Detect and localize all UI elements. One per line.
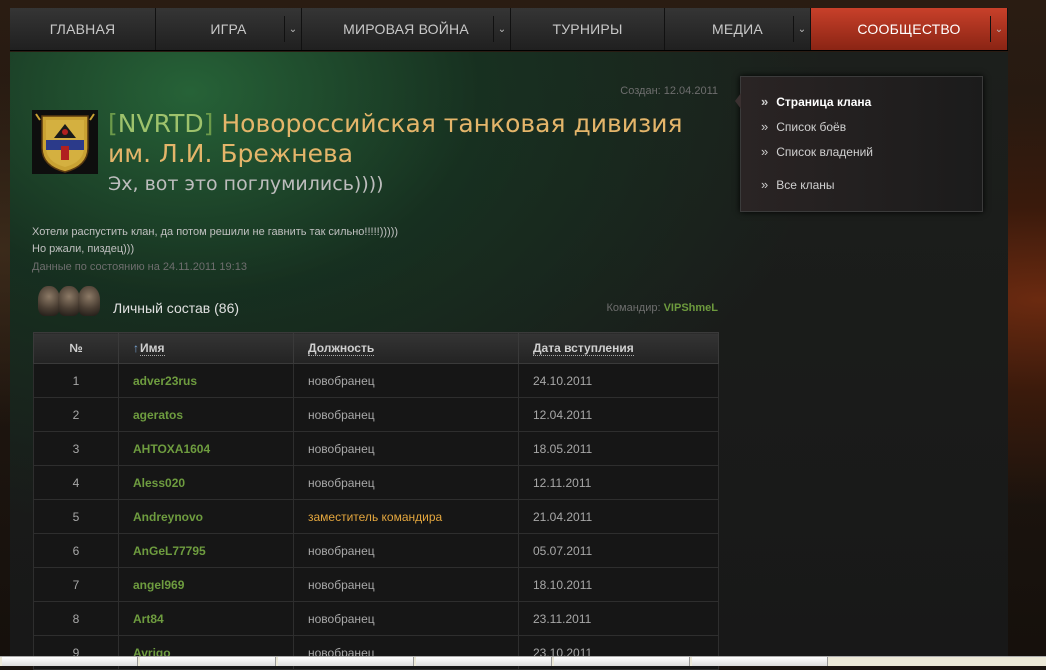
player-name-link[interactable]: ageratos xyxy=(118,397,294,432)
player-role: новобранец xyxy=(293,601,519,636)
nav-item-game[interactable]: ИГРА ⌄ xyxy=(156,8,302,50)
double-chevron-icon: » xyxy=(761,94,769,109)
side-menu-all-clans[interactable]: » Все кланы xyxy=(761,177,835,192)
double-chevron-icon: » xyxy=(761,177,769,192)
nav-label: ИГРА xyxy=(210,21,247,37)
data-status-date: Данные по состоянию на 24.11.2011 19:13 xyxy=(32,261,247,273)
created-date: Создан: 12.04.2011 xyxy=(620,85,718,97)
player-name-link[interactable]: AHTOXA1604 xyxy=(118,431,294,466)
clan-tag-close: ] xyxy=(203,109,214,138)
chevron-down-icon[interactable]: ⌄ xyxy=(493,16,510,42)
join-date: 21.04.2011 xyxy=(518,499,719,534)
join-date: 12.11.2011 xyxy=(518,465,719,500)
sort-arrow-icon: ↑ xyxy=(133,341,139,355)
active-marker xyxy=(735,93,741,109)
nav-item-tournaments[interactable]: ТУРНИРЫ xyxy=(511,8,665,50)
join-date: 05.07.2011 xyxy=(518,533,719,568)
table-row: 5 Andreynovo заместитель командира 21.04.20… xyxy=(33,499,719,534)
column-header-role[interactable]: Должность xyxy=(293,332,519,364)
side-menu-label: Страница клана xyxy=(776,94,872,109)
player-role: заместитель командира xyxy=(293,499,519,534)
chevron-down-icon[interactable]: ⌄ xyxy=(284,16,301,42)
roster-table: № ↑Имя Должность Дата вступления 1 adver2… xyxy=(33,332,719,670)
double-chevron-icon: » xyxy=(761,119,769,134)
join-date: 24.10.2011 xyxy=(518,363,719,398)
nav-item-world-war[interactable]: МИРОВАЯ ВОЙНА ⌄ xyxy=(302,8,511,50)
clan-title: [NVRTD] Новороссийская танковая дивизия … xyxy=(108,109,728,169)
clan-description: Хотели распустить клан, да потом решили … xyxy=(32,224,398,258)
commander-info: Командир: VIPShmeL xyxy=(607,302,719,314)
side-menu-battles[interactable]: » Список боёв xyxy=(761,119,846,134)
clan-emblem-icon xyxy=(32,110,98,174)
player-name-link[interactable]: AnGeL77795 xyxy=(118,533,294,568)
player-name-link[interactable]: Art84 xyxy=(118,601,294,636)
row-number: 6 xyxy=(33,533,119,568)
table-row: 6 AnGeL77795 новобранец 05.07.2011 xyxy=(33,533,719,568)
row-number: 5 xyxy=(33,499,119,534)
clan-tag: NVRTD xyxy=(117,109,204,138)
player-role: новобранец xyxy=(293,431,519,466)
column-header-num[interactable]: № xyxy=(33,332,119,364)
join-date: 18.05.2011 xyxy=(518,431,719,466)
side-menu-provinces[interactable]: » Список владений xyxy=(761,144,873,159)
roster-body: 1 adver23rus новобранец 24.10.2011 2 ageratos… xyxy=(33,363,719,670)
nav-item-community[interactable]: СООБЩЕСТВО ⌄ xyxy=(811,8,1008,50)
table-header-row: № ↑Имя Должность Дата вступления xyxy=(33,332,719,364)
chevron-down-icon[interactable]: ⌄ xyxy=(793,16,810,42)
description-line: Но ржали, пиздец))) xyxy=(32,243,135,255)
nav-item-home[interactable]: ГЛАВНАЯ xyxy=(10,8,156,50)
join-date: 12.04.2011 xyxy=(518,397,719,432)
row-number: 1 xyxy=(33,363,119,398)
table-row: 7 angel969 новобранец 18.10.2011 xyxy=(33,567,719,602)
side-menu-label: Все кланы xyxy=(776,177,835,192)
clan-side-menu: » Страница клана » Список боёв » Список … xyxy=(735,76,983,212)
table-row: 8 Art84 новобранец 23.11.2011 xyxy=(33,601,719,636)
table-row: 2 ageratos новобранец 12.04.2011 xyxy=(33,397,719,432)
table-row: 4 Aless020 новобранец 12.11.2011 xyxy=(33,465,719,500)
side-menu-label: Список боёв xyxy=(776,119,847,134)
clan-motto: Эх, вот это поглумились)))) xyxy=(108,173,384,195)
join-date: 23.11.2011 xyxy=(518,601,719,636)
player-role: новобранец xyxy=(293,397,519,432)
player-role: новобранец xyxy=(293,533,519,568)
player-role: новобранец xyxy=(293,567,519,602)
column-header-joined[interactable]: Дата вступления xyxy=(518,332,719,364)
row-number: 3 xyxy=(33,431,119,466)
roster-title: Личный состав (86) xyxy=(113,300,240,316)
personnel-icon xyxy=(38,286,102,320)
nav-item-media[interactable]: МЕДИА ⌄ xyxy=(665,8,811,50)
clan-tag-open: [ xyxy=(108,109,118,138)
double-chevron-icon: » xyxy=(761,144,769,159)
player-name-link[interactable]: angel969 xyxy=(118,567,294,602)
commander-link[interactable]: VIPShmeL xyxy=(664,302,718,314)
chevron-down-icon[interactable]: ⌄ xyxy=(990,16,1007,42)
nav-label: ТУРНИРЫ xyxy=(552,21,623,37)
side-menu-label: Список владений xyxy=(776,144,873,159)
player-name-link[interactable]: adver23rus xyxy=(118,363,294,398)
player-name-link[interactable]: Andreynovo xyxy=(118,499,294,534)
description-line: Хотели распустить клан, да потом решили … xyxy=(32,226,399,238)
table-row: 3 AHTOXA1604 новобранец 18.05.2011 xyxy=(33,431,719,466)
side-menu-clan-page[interactable]: » Страница клана xyxy=(761,94,871,109)
top-navigation: ГЛАВНАЯ ИГРА ⌄ МИРОВАЯ ВОЙНА ⌄ ТУРНИРЫ М… xyxy=(10,8,1008,51)
row-number: 8 xyxy=(33,601,119,636)
nav-label: СООБЩЕСТВО xyxy=(857,21,961,37)
table-row: 1 adver23rus новобранец 24.10.2011 xyxy=(33,363,719,398)
player-role: новобранец xyxy=(293,363,519,398)
nav-label: ГЛАВНАЯ xyxy=(49,21,116,37)
nav-label: МЕДИА xyxy=(712,21,763,37)
row-number: 2 xyxy=(33,397,119,432)
row-number: 4 xyxy=(33,465,119,500)
nav-label: МИРОВАЯ ВОЙНА xyxy=(343,21,469,37)
row-number: 7 xyxy=(33,567,119,602)
column-header-name[interactable]: ↑Имя xyxy=(118,332,294,364)
join-date: 18.10.2011 xyxy=(518,567,719,602)
commander-label: Командир: xyxy=(606,302,661,314)
player-role: новобранец xyxy=(293,465,519,500)
player-name-link[interactable]: Aless020 xyxy=(118,465,294,500)
